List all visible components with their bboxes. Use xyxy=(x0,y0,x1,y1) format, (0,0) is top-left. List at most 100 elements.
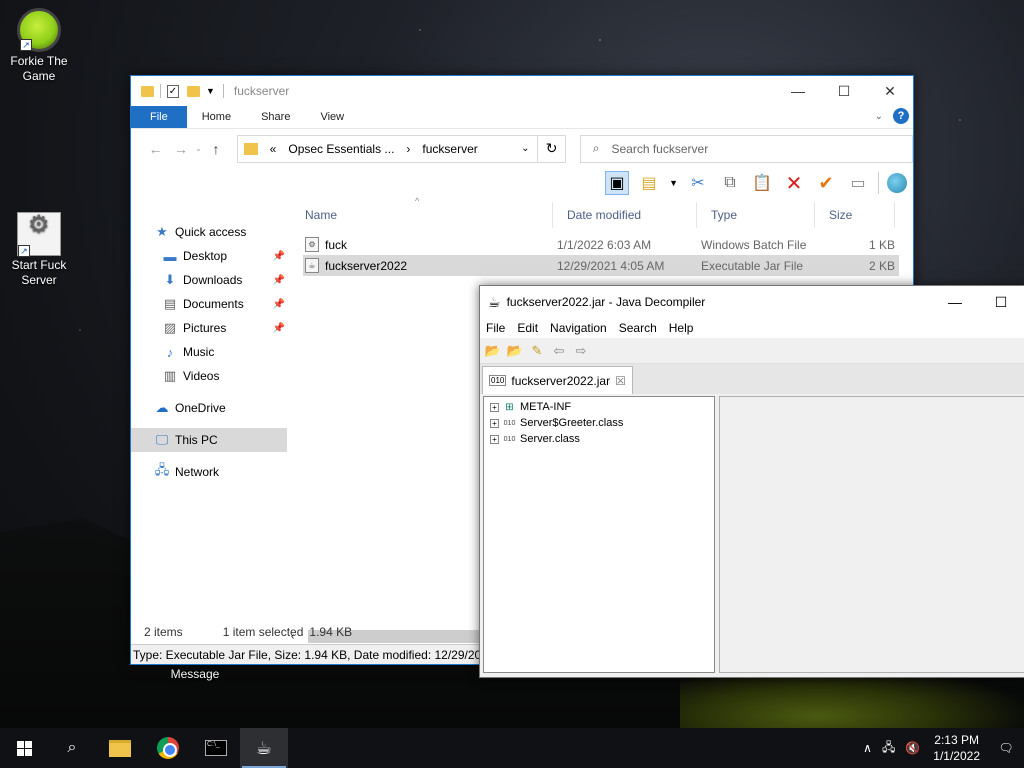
search-input[interactable]: ⌕ Search fuckserver xyxy=(579,134,914,163)
clock[interactable]: 2:13 PM 1/1/2022 xyxy=(925,732,988,764)
chevron-down-icon[interactable]: ▼ xyxy=(669,178,678,188)
tree-item[interactable]: + 010 Server.class xyxy=(484,431,714,447)
breadcrumb-opsec[interactable]: Opsec Essentials ... xyxy=(288,142,394,156)
sidebar-item-pictures[interactable]: ▨ Pictures 📌 xyxy=(131,316,291,340)
extra-toolbar: ▣ ▤ ▼ ✂ ⧉ 📋 ✕ ✔ ▭ xyxy=(131,168,913,198)
taskbar-chrome[interactable] xyxy=(144,728,192,768)
cut-icon[interactable]: ✂ xyxy=(686,171,710,195)
column-name[interactable]: Name xyxy=(291,202,553,228)
delete-icon[interactable]: ✕ xyxy=(782,171,806,195)
tab-jar[interactable]: 010 fuckserver2022.jar ☒ xyxy=(482,366,633,394)
sidebar-item-music[interactable]: ♪ Music xyxy=(131,340,291,364)
source-view xyxy=(719,396,1024,673)
sidebar-item-network[interactable]: 🖧 Network xyxy=(131,460,291,484)
menu-edit[interactable]: Edit xyxy=(517,321,538,335)
file-name: fuckserver2022 xyxy=(325,258,408,273)
start-button[interactable] xyxy=(0,728,48,768)
tab-view[interactable]: View xyxy=(305,106,359,128)
menu-help[interactable]: Help xyxy=(669,321,694,335)
navigation-pane: ★ Quick access ▬ Desktop 📌 ⬇ Downloads 📌 ▤ Doc… xyxy=(131,202,291,618)
help-icon[interactable]: ? xyxy=(893,108,909,124)
sidebar-item-downloads[interactable]: ⬇ Downloads 📌 xyxy=(131,268,291,292)
window-title: fuckserver2022.jar - Java Decompiler xyxy=(506,295,706,309)
paste-icon[interactable]: 📋 xyxy=(750,171,774,195)
close-button[interactable]: ✕ xyxy=(867,76,913,106)
tab-file[interactable]: File xyxy=(131,106,187,128)
open-type-icon[interactable]: 📂 xyxy=(506,342,524,360)
tree-item[interactable]: + 010 Server$Greeter.class xyxy=(484,415,714,431)
expand-icon[interactable]: + xyxy=(490,418,499,428)
new-item-icon[interactable]: ▤ xyxy=(637,171,661,195)
taskbar-command-prompt[interactable]: C:\_ xyxy=(192,728,240,768)
column-type[interactable]: Type xyxy=(697,202,815,228)
desktop-icon-label-partial[interactable]: Message xyxy=(160,667,230,681)
tab-row: 010 fuckserver2022.jar ☒ xyxy=(480,364,1024,394)
desktop-icon-forkie-game[interactable]: ↗ Forkie The Game xyxy=(0,8,78,84)
chevron-up-icon[interactable]: ∧ xyxy=(858,741,877,755)
globe-icon[interactable] xyxy=(887,173,907,193)
sidebar-item-quick-access[interactable]: ★ Quick access xyxy=(131,220,291,244)
breadcrumb-fuckserver[interactable]: fuckserver xyxy=(422,142,477,156)
chevron-down-icon[interactable]: ⌄ xyxy=(521,143,529,154)
sidebar-item-this-pc[interactable]: 🖵 This PC xyxy=(131,428,287,452)
taskbar-file-explorer[interactable] xyxy=(96,728,144,768)
forward-arrow-icon[interactable]: → xyxy=(168,141,193,157)
decompiler-title-bar[interactable]: ☕ fuckserver2022.jar - Java Decompiler —… xyxy=(480,286,1024,318)
desktop-icon-start-server[interactable]: ↗ Start Fuck Server xyxy=(0,212,78,288)
taskbar-java-decompiler[interactable]: ☕ xyxy=(240,728,288,768)
refresh-button[interactable]: ↻ xyxy=(538,134,566,163)
new-folder-icon[interactable] xyxy=(187,85,200,97)
sidebar-item-onedrive[interactable]: ☁ OneDrive xyxy=(131,396,291,420)
windows-logo-icon xyxy=(16,740,32,756)
search-tool-icon[interactable]: ✎ xyxy=(528,342,546,360)
folder-icon xyxy=(243,142,258,155)
expand-icon[interactable]: + xyxy=(490,434,499,444)
minimize-button[interactable]: — xyxy=(775,76,821,106)
minimize-button[interactable]: — xyxy=(932,286,978,318)
tab-share[interactable]: Share xyxy=(246,106,305,128)
back-arrow-icon[interactable]: ← xyxy=(143,141,168,157)
sidebar-item-videos[interactable]: ▥ Videos xyxy=(131,364,291,388)
breadcrumb-overflow[interactable]: « xyxy=(270,142,277,156)
table-row[interactable]: ⚙ fuck 1/1/2022 6:03 AM Windows Batch Fil… xyxy=(303,234,899,255)
menu-search[interactable]: Search xyxy=(619,321,657,335)
quick-access-dropdown-icon[interactable]: ▼ xyxy=(206,86,215,96)
close-tab-icon[interactable]: ☒ xyxy=(615,374,626,388)
network-icon[interactable]: 🖧 xyxy=(877,738,900,759)
sidebar-item-label: Desktop xyxy=(183,249,228,263)
back-arrow-icon[interactable]: ⇦ xyxy=(550,342,568,360)
preview-pane-icon[interactable]: ▣ xyxy=(605,171,630,195)
search-button[interactable]: ⌕ xyxy=(48,728,96,768)
column-size[interactable]: Size xyxy=(815,202,895,228)
properties-icon[interactable]: ✓ xyxy=(167,84,179,98)
table-row[interactable]: ☕ fuckserver2022 12/29/2021 4:05 AM Execu… xyxy=(303,255,899,276)
maximize-button[interactable]: ☐ xyxy=(821,76,867,106)
breadcrumb-separator[interactable]: › xyxy=(406,142,410,156)
notification-icon[interactable]: 🗨 xyxy=(988,741,1024,755)
explorer-title-bar[interactable]: ✓ ▼ fuckserver — ☐ ✕ xyxy=(131,76,913,106)
sidebar-item-desktop[interactable]: ▬ Desktop 📌 xyxy=(131,244,291,268)
address-bar[interactable]: « Opsec Essentials ... › fuckserver ⌄ xyxy=(236,134,539,163)
sidebar-item-documents[interactable]: ▤ Documents 📌 xyxy=(131,292,291,316)
shortcut-arrow-icon: ↗ xyxy=(18,245,30,257)
download-arrow-icon: ⬇ xyxy=(164,272,176,287)
check-icon[interactable]: ✔ xyxy=(814,171,838,195)
tab-home[interactable]: Home xyxy=(187,106,246,128)
cloud-icon: ☁ xyxy=(155,400,169,415)
volume-muted-icon[interactable]: 🔇 xyxy=(900,741,925,755)
column-date[interactable]: Date modified xyxy=(553,202,697,228)
menu-file[interactable]: File xyxy=(486,321,505,335)
up-arrow-icon[interactable]: ↑ xyxy=(203,141,228,157)
expand-icon[interactable]: + xyxy=(490,402,499,412)
menu-navigation[interactable]: Navigation xyxy=(550,321,607,335)
taskbar: ⌕ C:\_ ☕ ∧ 🖧 🔇 2:13 PM 1/1/2022 🗨 xyxy=(0,728,1024,768)
open-folder-icon[interactable]: 📂 xyxy=(484,342,502,360)
expand-ribbon-icon[interactable]: ⌄ xyxy=(875,111,883,122)
tree-item[interactable]: + ⊞ META-INF xyxy=(484,399,714,415)
copy-icon[interactable]: ⧉ xyxy=(718,171,742,195)
desktop-icon-label: Forkie The Game xyxy=(10,54,68,83)
rename-icon[interactable]: ▭ xyxy=(846,171,870,195)
maximize-button[interactable]: ☐ xyxy=(978,286,1024,318)
forward-arrow-icon[interactable]: ⇨ xyxy=(572,342,590,360)
recent-dropdown-icon[interactable]: ⌄ xyxy=(194,144,204,153)
